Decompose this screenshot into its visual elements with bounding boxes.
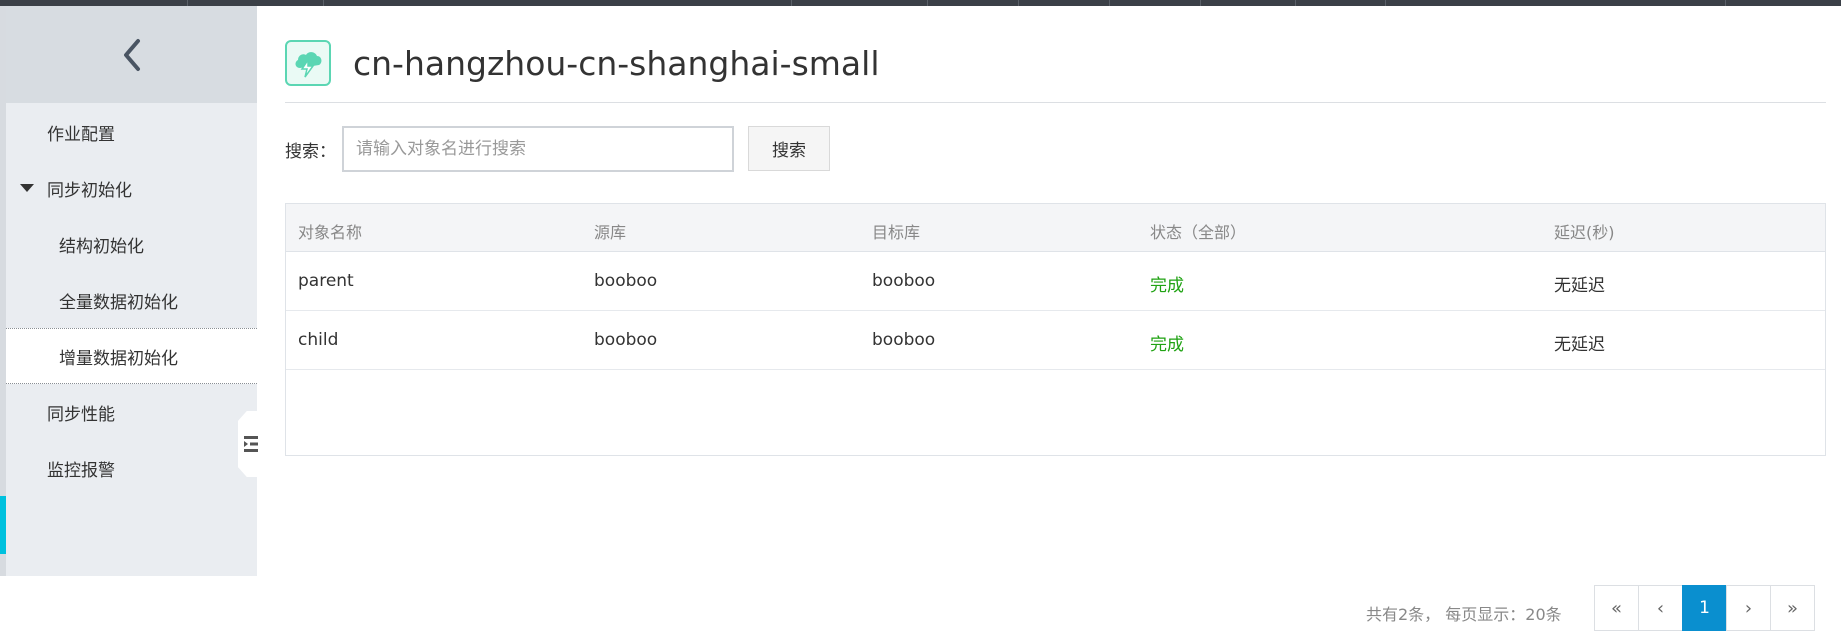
sidebar-item-monitor-alert[interactable]: 监控报警 xyxy=(6,440,257,496)
sidebar-item-label: 同步性能 xyxy=(47,404,115,425)
cell-object-name: parent xyxy=(298,271,354,291)
search-button[interactable]: 搜索 xyxy=(748,126,830,171)
column-header-status-filter[interactable]: 状态（全部） xyxy=(1150,219,1246,243)
first-page-button[interactable]: « xyxy=(1594,585,1639,631)
search-label: 搜索： xyxy=(285,142,336,162)
cell-source: booboo xyxy=(594,330,658,350)
cell-status: 完成 xyxy=(1150,276,1184,296)
sidebar-item-label: 同步初始化 xyxy=(47,180,132,201)
cell-target: booboo xyxy=(872,330,936,350)
cell-status: 完成 xyxy=(1150,335,1184,355)
sidebar-toggle-button[interactable] xyxy=(238,411,260,477)
sidebar-item-incremental-data-init[interactable]: 增量数据初始化 xyxy=(6,328,257,384)
column-header-target: 目标库 xyxy=(872,223,921,242)
column-header-delay: 延迟(秒) xyxy=(1554,223,1615,242)
next-page-button[interactable]: › xyxy=(1726,585,1771,631)
page-button-current[interactable]: 1 xyxy=(1682,585,1727,631)
page-title: cn-hangzhou-cn-shanghai-small xyxy=(353,43,880,83)
sidebar-item-job-config[interactable]: 作业配置 xyxy=(6,104,257,160)
chevron-left-icon xyxy=(123,38,140,71)
column-header-object-name: 对象名称 xyxy=(298,223,363,242)
caret-down-icon xyxy=(20,184,34,192)
last-page-button[interactable]: » xyxy=(1770,585,1815,631)
sidebar-item-sync-init[interactable]: 同步初始化 xyxy=(6,160,257,216)
sidebar-item-sync-performance[interactable]: 同步性能 xyxy=(6,384,257,440)
sidebar-item-label: 结构初始化 xyxy=(59,236,144,257)
cell-object-name: child xyxy=(298,330,339,350)
sidebar-item-label: 作业配置 xyxy=(47,124,115,145)
title-divider xyxy=(285,102,1826,103)
cell-target: booboo xyxy=(872,271,936,291)
prev-page-button[interactable]: ‹ xyxy=(1638,585,1683,631)
table-header: 对象名称 源库 目标库 状态（全部） 延迟(秒) xyxy=(286,204,1825,252)
pagination-info: 共有2条， 每页显示：20条 xyxy=(1366,605,1562,624)
sidebar-item-full-data-init[interactable]: 全量数据初始化 xyxy=(6,272,257,328)
sidebar-item-label: 增量数据初始化 xyxy=(59,348,178,369)
table-row: parent booboo booboo 完成 无延迟 xyxy=(286,252,1825,311)
objects-table: 对象名称 源库 目标库 状态（全部） 延迟(秒) parent booboo b… xyxy=(285,203,1826,631)
column-header-source: 源库 xyxy=(594,223,627,242)
table-row: child booboo booboo 完成 无延迟 xyxy=(286,311,1825,370)
title-row: cn-hangzhou-cn-shanghai-small xyxy=(285,38,880,88)
cell-delay: 无延迟 xyxy=(1554,335,1605,355)
back-button[interactable] xyxy=(6,6,257,103)
cell-delay: 无延迟 xyxy=(1554,276,1605,296)
sidebar-item-label: 全量数据初始化 xyxy=(59,292,178,313)
search-input[interactable] xyxy=(342,126,734,172)
top-bar xyxy=(0,0,1841,6)
sidebar-accent-marker xyxy=(0,496,6,554)
menu-collapse-icon xyxy=(244,436,258,452)
sidebar-item-schema-init[interactable]: 结构初始化 xyxy=(6,216,257,272)
sidebar-item-label: 监控报警 xyxy=(47,460,115,481)
sidebar: 作业配置 同步初始化 结构初始化 全量数据初始化 增量数据初始化 同步性能 监控… xyxy=(0,6,260,576)
cloud-sync-icon xyxy=(285,40,331,86)
cell-source: booboo xyxy=(594,271,658,291)
